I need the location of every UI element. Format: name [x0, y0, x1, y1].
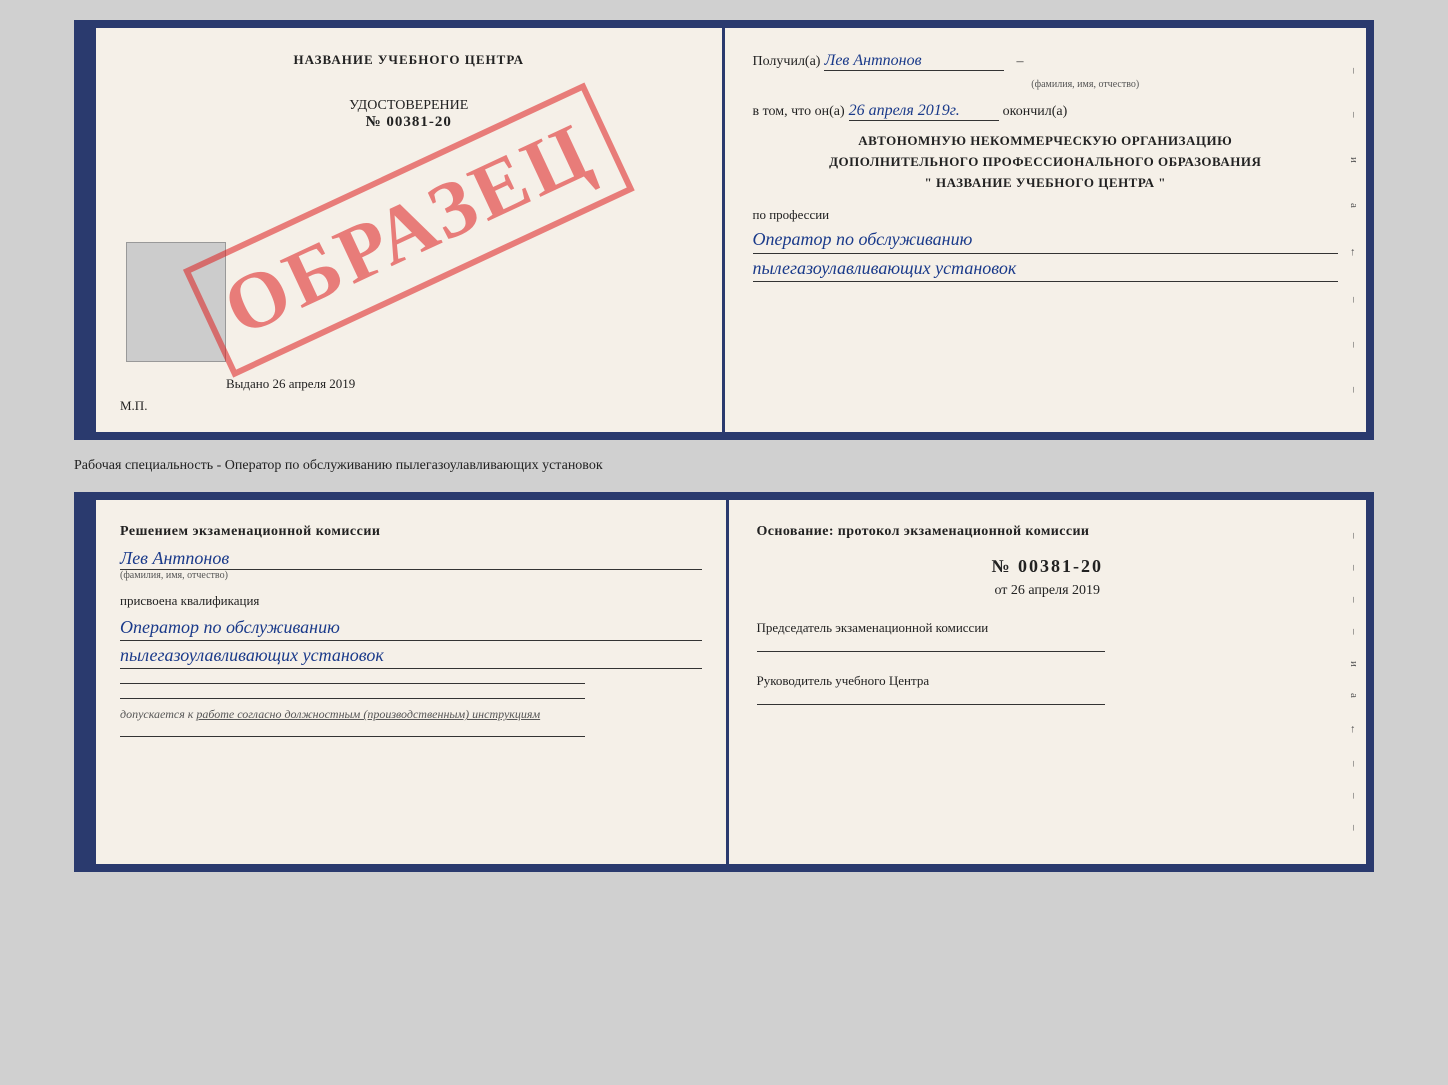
director-sig-line — [757, 704, 1106, 705]
org-line1: АВТОНОМНУЮ НЕКОММЕРЧЕСКУЮ ОРГАНИЗАЦИЮ — [753, 131, 1339, 152]
protocol-number: № 00381-20 — [757, 556, 1339, 577]
person-name-bottom: Лев Антпонов — [120, 548, 702, 570]
finished-label: окончил(а) — [1003, 104, 1068, 120]
allowed-text-value: работе согласно должностным (производств… — [196, 707, 540, 721]
org-line2: ДОПОЛНИТЕЛЬНОГО ПРОФЕССИОНАЛЬНОГО ОБРАЗО… — [753, 152, 1339, 173]
book-spine-bottom — [82, 500, 96, 864]
profession-line1: Оператор по обслуживанию — [753, 227, 1339, 253]
completion-row: в том, что он(а) 26 апреля 2019г. окончи… — [753, 102, 1339, 121]
received-name: Лев Антпонов — [824, 52, 1004, 71]
bottom-certificate-book: Решением экзаменационной комиссии Лев Ан… — [74, 492, 1374, 872]
right-side-marks-bottom: – – – – и а ← – – – — [1342, 500, 1366, 864]
top-cert-title: НАЗВАНИЕ УЧЕБНОГО ЦЕНТРА — [116, 52, 702, 68]
profession-line2: пылегазоулавливающих установок — [753, 256, 1339, 282]
top-certificate-book: НАЗВАНИЕ УЧЕБНОГО ЦЕНТРА УДОСТОВЕРЕНИЕ №… — [74, 20, 1374, 440]
name-subtext-top: (фамилия, имя, отчество) — [833, 79, 1339, 90]
issued-date: 26 апреля 2019 — [273, 376, 356, 391]
signature-line-3 — [120, 736, 585, 737]
protocol-date-prefix: от — [994, 583, 1007, 598]
qualification-label: присвоена квалификация — [120, 593, 702, 609]
basis-label: Основание: протокол экзаменационной коми… — [757, 524, 1339, 540]
director-label: Руководитель учебного Центра — [757, 672, 1339, 690]
person-name-subtext: (фамилия, имя, отчество) — [120, 570, 702, 581]
signature-line-1 — [120, 683, 585, 684]
qualification-line1: Оператор по обслуживанию — [120, 615, 702, 641]
signature-line-2 — [120, 698, 585, 699]
between-label: Рабочая специальность - Оператор по обсл… — [74, 450, 603, 482]
issued-label: Выдано — [226, 376, 269, 391]
top-left-page: НАЗВАНИЕ УЧЕБНОГО ЦЕНТРА УДОСТОВЕРЕНИЕ №… — [96, 28, 725, 432]
qualification-line2: пылегазоулавливающих установок — [120, 643, 702, 669]
cert-issued: Выдано 26 апреля 2019 — [226, 376, 355, 392]
right-side-marks-top: – – и а ← – – – — [1342, 28, 1366, 432]
cert-photo-area — [126, 242, 226, 362]
completion-date: 26 апреля 2019г. — [849, 102, 999, 121]
chairman-sig-line — [757, 651, 1106, 652]
bottom-right-page: Основание: протокол экзаменационной коми… — [729, 500, 1367, 864]
top-right-page: Получил(а) Лев Антпонов – (фамилия, имя,… — [725, 28, 1367, 432]
in-that-label: в том, что он(а) — [753, 104, 845, 120]
cert-number: № 00381-20 — [366, 114, 452, 131]
received-row: Получил(а) Лев Антпонов – — [753, 52, 1339, 71]
allowed-text: допускается к работе согласно должностны… — [120, 707, 702, 722]
cert-mp: М.П. — [120, 398, 147, 414]
cert-document-label: УДОСТОВЕРЕНИЕ — [349, 98, 468, 114]
book-spine-top — [82, 28, 96, 432]
decision-text: Решением экзаменационной комиссии — [120, 524, 702, 540]
bottom-left-page: Решением экзаменационной комиссии Лев Ан… — [96, 500, 729, 864]
protocol-date: от 26 апреля 2019 — [757, 583, 1339, 599]
allowed-text-label: допускается к — [120, 707, 196, 721]
received-label: Получил(а) — [753, 54, 821, 70]
org-text: АВТОНОМНУЮ НЕКОММЕРЧЕСКУЮ ОРГАНИЗАЦИЮ ДО… — [753, 131, 1339, 193]
org-line3: " НАЗВАНИЕ УЧЕБНОГО ЦЕНТРА " — [753, 173, 1339, 194]
profession-label: по профессии — [753, 207, 1339, 223]
chairman-label: Председатель экзаменационной комиссии — [757, 619, 1339, 637]
protocol-date-value: 26 апреля 2019 — [1011, 583, 1100, 598]
